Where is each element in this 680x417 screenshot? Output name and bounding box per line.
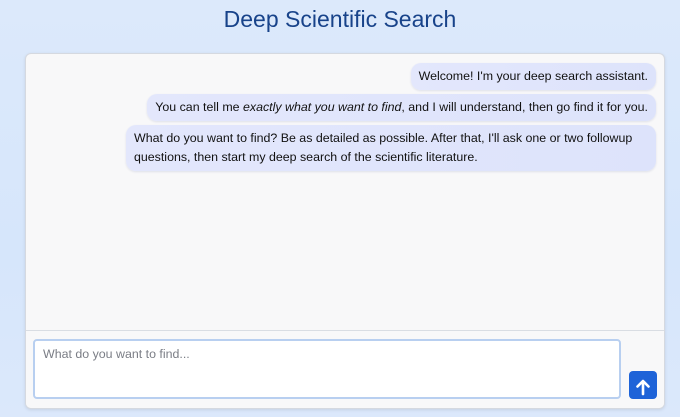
- message-list[interactable]: Welcome! I'm your deep search assistant.…: [26, 54, 664, 330]
- page-title: Deep Scientific Search: [223, 6, 457, 32]
- send-button[interactable]: [629, 371, 657, 399]
- composer: [26, 330, 664, 408]
- search-input[interactable]: [33, 339, 621, 399]
- assistant-message: You can tell me exactly what you want to…: [147, 94, 656, 121]
- message-text-prefix: You can tell me: [155, 100, 243, 114]
- assistant-message: What do you want to find? Be as detailed…: [126, 125, 656, 171]
- message-text: Welcome! I'm your deep search assistant.: [418, 69, 648, 83]
- assistant-message: Welcome! I'm your deep search assistant.: [410, 63, 656, 90]
- message-text-emphasis: exactly what you want to find: [242, 100, 402, 114]
- message-text: What do you want to find? Be as detailed…: [134, 131, 633, 164]
- chat-panel: Welcome! I'm your deep search assistant.…: [25, 53, 665, 409]
- arrow-up-icon: [636, 379, 650, 396]
- message-text-suffix: , and I will understand, then go find it…: [401, 100, 648, 114]
